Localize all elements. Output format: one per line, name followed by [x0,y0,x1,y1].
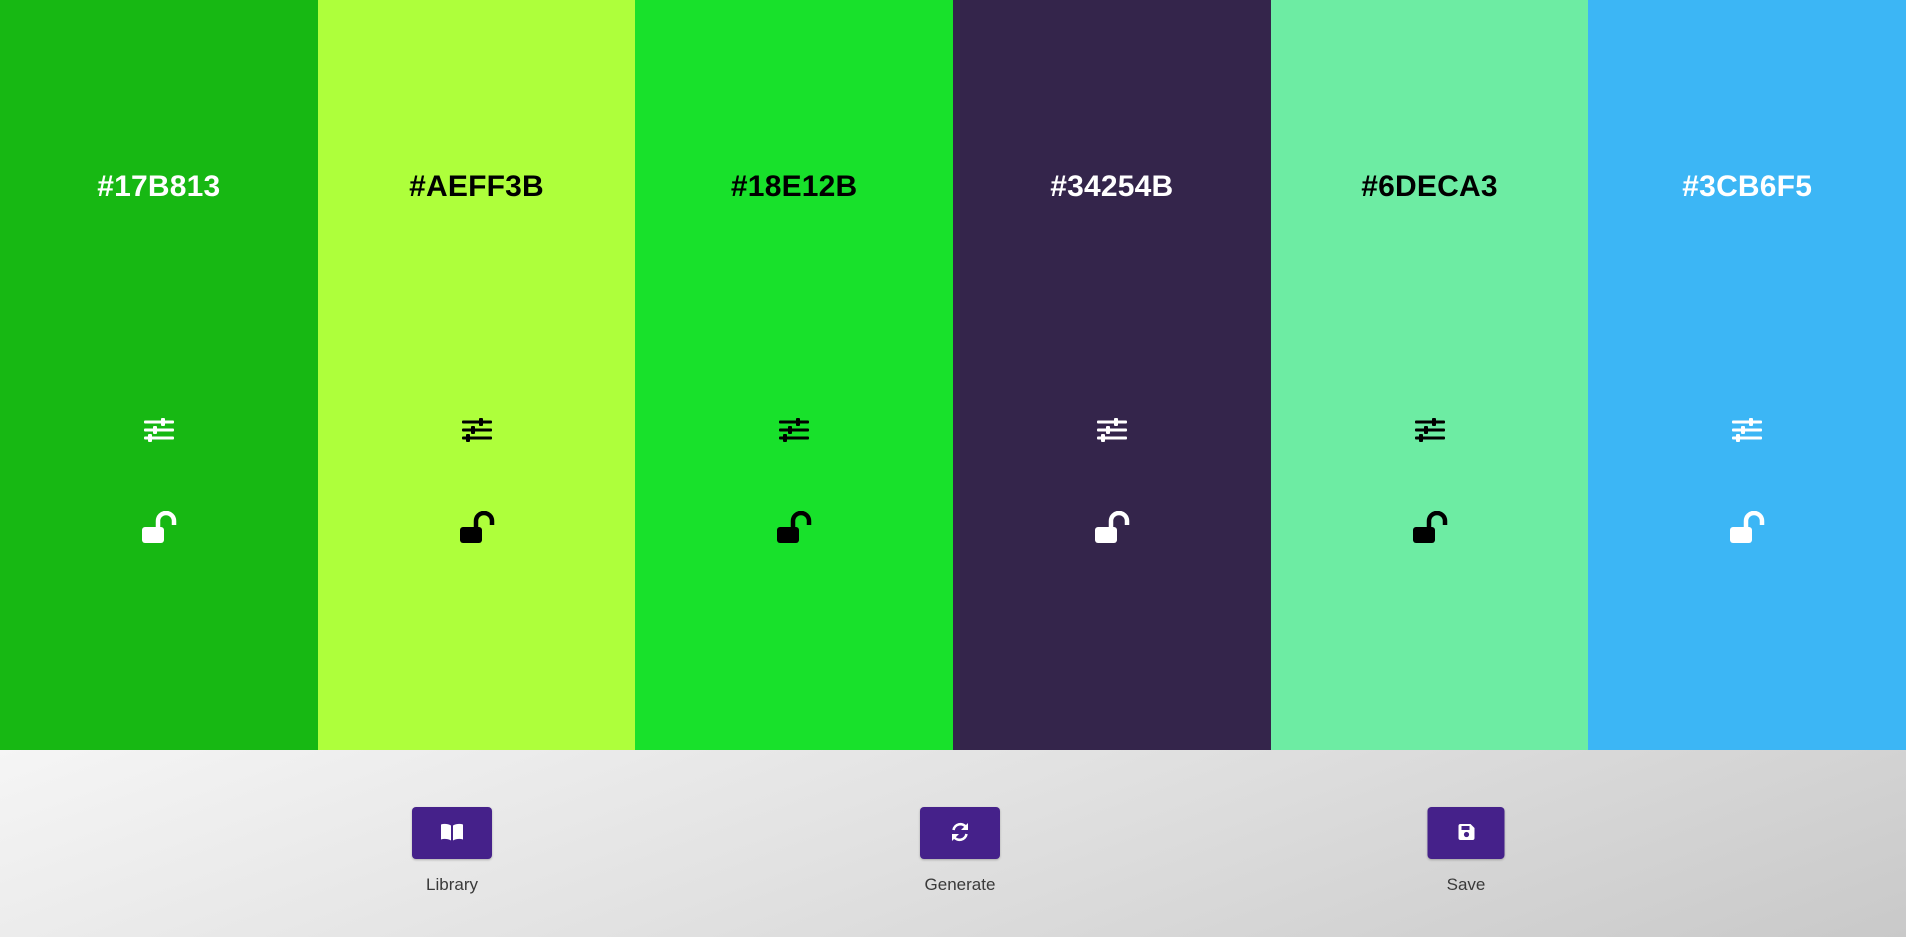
generate-action: Generate [920,807,1000,895]
color-palette: #17B813 #AEFF3B #18E12B #34254B #6DECA3 … [0,0,1906,750]
lock-color-button[interactable] [457,508,497,548]
library-label: Library [426,875,478,894]
sliders-icon [779,418,810,442]
library-action: Library [412,807,492,895]
unlock-icon [1412,511,1448,545]
lock-color-button[interactable] [1410,508,1450,548]
unlock-icon [141,511,177,545]
hex-code[interactable]: #AEFF3B [318,170,636,204]
adjust-color-button[interactable] [1410,410,1450,450]
action-panel: Library Generate Save [0,750,1906,937]
adjust-color-button[interactable] [139,410,179,450]
hex-code[interactable]: #3CB6F5 [1588,170,1906,204]
sliders-icon [461,418,492,442]
hex-code[interactable]: #34254B [953,170,1271,204]
sliders-icon [1414,418,1445,442]
color-swatch: #18E12B [635,0,954,750]
color-swatch: #3CB6F5 [1588,0,1906,750]
unlock-icon [1729,511,1765,545]
lock-color-button[interactable] [1727,508,1767,548]
sliders-icon [1096,418,1127,442]
lock-color-button[interactable] [774,508,814,548]
book-icon [440,823,464,844]
hex-code[interactable]: #6DECA3 [1271,170,1589,204]
adjust-color-button[interactable] [457,410,497,450]
save-button[interactable] [1427,807,1505,859]
save-action: Save [1427,807,1505,895]
color-swatch: #AEFF3B [317,0,636,750]
adjust-color-button[interactable] [1727,410,1767,450]
unlock-icon [1094,511,1130,545]
save-label: Save [1446,875,1486,894]
floppy-disk-icon [1457,823,1475,844]
lock-color-button[interactable] [139,508,179,548]
sliders-icon [1732,418,1763,442]
generate-label: Generate [924,875,996,894]
unlock-icon [459,511,495,545]
library-button[interactable] [412,807,492,859]
adjust-color-button[interactable] [1092,410,1132,450]
sliders-icon [143,418,174,442]
hex-code[interactable]: #18E12B [635,170,953,204]
unlock-icon [776,511,812,545]
color-swatch: #6DECA3 [1270,0,1589,750]
adjust-color-button[interactable] [774,410,814,450]
lock-color-button[interactable] [1092,508,1132,548]
hex-code[interactable]: #17B813 [0,170,318,204]
color-swatch: #17B813 [0,0,318,750]
color-swatch: #34254B [953,0,1271,750]
refresh-icon [949,821,971,846]
generate-button[interactable] [920,807,1000,859]
palette-app: #17B813 #AEFF3B #18E12B #34254B #6DECA3 … [0,0,1906,937]
